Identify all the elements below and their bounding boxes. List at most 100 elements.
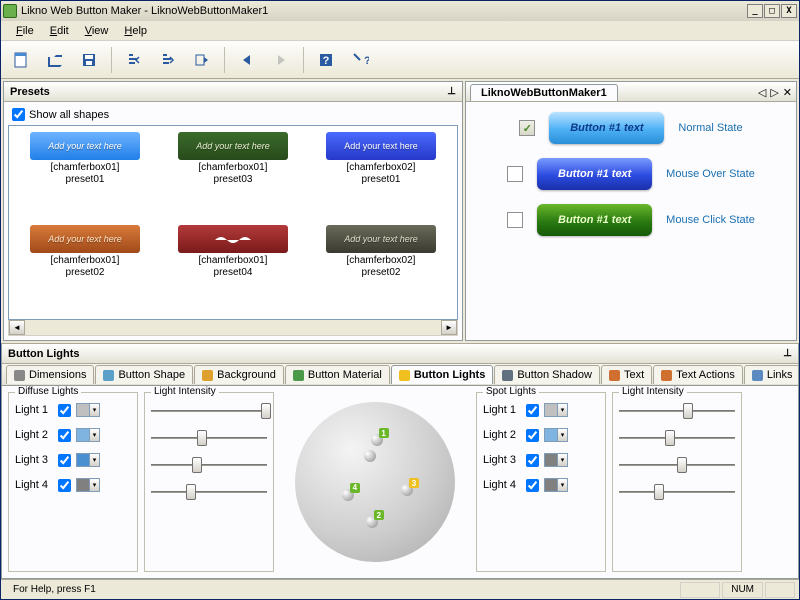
- tab-dimensions[interactable]: Dimensions: [6, 365, 94, 384]
- state-preview-button[interactable]: Button #1 text: [537, 158, 652, 190]
- forward-button[interactable]: [267, 46, 295, 74]
- light-color-swatch[interactable]: ▾: [544, 453, 568, 467]
- tab-background[interactable]: Background: [194, 365, 284, 384]
- tab-close-icon[interactable]: ✕: [783, 86, 792, 99]
- intensity-slider[interactable]: [619, 430, 735, 446]
- preset-item[interactable]: Add your text here[chamferbox02]preset02: [311, 225, 451, 314]
- light-enable-checkbox[interactable]: [58, 429, 71, 442]
- tool-c[interactable]: [188, 46, 216, 74]
- slider-row: [619, 430, 735, 446]
- light-enable-checkbox[interactable]: [58, 404, 71, 417]
- tab-prev-icon[interactable]: ◁: [758, 86, 766, 99]
- intensity-slider[interactable]: [619, 403, 735, 419]
- tab-next-icon[interactable]: ▷: [770, 86, 778, 99]
- preset-item[interactable]: Add your text here[chamferbox01]preset01: [15, 132, 155, 221]
- tab-icon: [752, 370, 763, 381]
- light-color-swatch[interactable]: ▾: [544, 403, 568, 417]
- light-enable-checkbox[interactable]: [526, 404, 539, 417]
- preset-scrollbar[interactable]: ◄►: [8, 320, 458, 336]
- state-row: Button #1 textMouse Click State: [476, 204, 786, 236]
- maximize-button[interactable]: □: [764, 4, 780, 18]
- slider-row: [151, 457, 267, 473]
- open-button[interactable]: [41, 46, 69, 74]
- help-topics-button[interactable]: ?: [312, 46, 340, 74]
- pin-icon[interactable]: ⊥: [783, 348, 792, 359]
- status-help: For Help, press F1: [5, 582, 678, 598]
- tab-button-shadow[interactable]: Button Shadow: [494, 365, 600, 384]
- spot-intensity-group: Light Intensity: [612, 392, 742, 572]
- tab-text-actions[interactable]: Text Actions: [653, 365, 743, 384]
- app-window: Likno Web Button Maker - LiknoWebButtonM…: [0, 0, 800, 600]
- intensity-slider[interactable]: [151, 430, 267, 446]
- tab-button-material[interactable]: Button Material: [285, 365, 390, 384]
- tab-icon: [103, 370, 114, 381]
- intensity-slider[interactable]: [619, 484, 735, 500]
- svg-text:?: ?: [364, 55, 369, 67]
- whats-this-button[interactable]: ?: [346, 46, 374, 74]
- light-enable-checkbox[interactable]: [526, 454, 539, 467]
- light-sphere[interactable]: 1342: [295, 402, 455, 562]
- state-checkbox[interactable]: [507, 166, 523, 182]
- minimize-button[interactable]: _: [747, 4, 763, 18]
- light-row: Light 1▾: [15, 403, 131, 417]
- intensity-slider[interactable]: [151, 484, 267, 500]
- tab-icon: [202, 370, 213, 381]
- document-panel: LiknoWebButtonMaker1 ◁ ▷ ✕ ✓ Button #1 te…: [465, 81, 797, 341]
- toolbar: ? ?: [1, 41, 799, 79]
- light-color-swatch[interactable]: ▾: [544, 428, 568, 442]
- tab-icon: [609, 370, 620, 381]
- state-row: ✓ Button #1 text Normal State: [476, 112, 786, 144]
- light-color-swatch[interactable]: ▾: [76, 478, 100, 492]
- tab-icon: [293, 370, 304, 381]
- light-enable-checkbox[interactable]: [58, 454, 71, 467]
- show-all-shapes-checkbox[interactable]: Show all shapes: [8, 106, 458, 123]
- tab-icon: [14, 370, 25, 381]
- slider-row: [619, 403, 735, 419]
- preset-item[interactable]: Add your text here[chamferbox01]preset02: [15, 225, 155, 314]
- tool-a[interactable]: [120, 46, 148, 74]
- preset-item[interactable]: Add your text here[chamferbox01]preset03: [163, 132, 303, 221]
- light-node[interactable]: [361, 447, 379, 465]
- new-button[interactable]: [7, 46, 35, 74]
- menu-view[interactable]: View: [78, 23, 116, 39]
- document-tab[interactable]: LiknoWebButtonMaker1: [470, 84, 618, 101]
- intensity-slider[interactable]: [151, 403, 267, 419]
- tab-button-shape[interactable]: Button Shape: [95, 365, 193, 384]
- slider-row: [151, 403, 267, 419]
- light-enable-checkbox[interactable]: [58, 479, 71, 492]
- menu-help[interactable]: Help: [117, 23, 154, 39]
- light-enable-checkbox[interactable]: [526, 479, 539, 492]
- close-button[interactable]: X: [781, 4, 797, 18]
- state-preview-button[interactable]: Button #1 text: [537, 204, 652, 236]
- light-color-swatch[interactable]: ▾: [76, 453, 100, 467]
- slider-row: [619, 484, 735, 500]
- light-color-swatch[interactable]: ▾: [544, 478, 568, 492]
- tab-button-lights[interactable]: Button Lights: [391, 365, 493, 384]
- light-node[interactable]: 3: [398, 481, 416, 499]
- pin-icon[interactable]: ⊥: [447, 86, 456, 97]
- light-enable-checkbox[interactable]: [526, 429, 539, 442]
- back-button[interactable]: [233, 46, 261, 74]
- slider-row: [619, 457, 735, 473]
- state-preview-button[interactable]: Button #1 text: [549, 112, 664, 144]
- preset-item[interactable]: Add your text here[chamferbox02]preset01: [311, 132, 451, 221]
- save-button[interactable]: [75, 46, 103, 74]
- light-row: Light 2▾: [15, 428, 131, 442]
- light-node[interactable]: 2: [363, 513, 381, 531]
- intensity-slider[interactable]: [151, 457, 267, 473]
- light-color-swatch[interactable]: ▾: [76, 403, 100, 417]
- tab-links[interactable]: Links: [744, 365, 798, 384]
- light-node[interactable]: 4: [339, 486, 357, 504]
- preset-item[interactable]: [chamferbox01]preset04: [163, 225, 303, 314]
- titlebar[interactable]: Likno Web Button Maker - LiknoWebButtonM…: [1, 1, 799, 21]
- state-checkbox[interactable]: ✓: [519, 120, 535, 136]
- state-label: Mouse Over State: [666, 168, 755, 180]
- tool-b[interactable]: [154, 46, 182, 74]
- state-label: Normal State: [678, 122, 742, 134]
- state-checkbox[interactable]: [507, 212, 523, 228]
- tab-text[interactable]: Text: [601, 365, 652, 384]
- menu-file[interactable]: File: [9, 23, 41, 39]
- intensity-slider[interactable]: [619, 457, 735, 473]
- light-color-swatch[interactable]: ▾: [76, 428, 100, 442]
- menu-edit[interactable]: Edit: [43, 23, 76, 39]
